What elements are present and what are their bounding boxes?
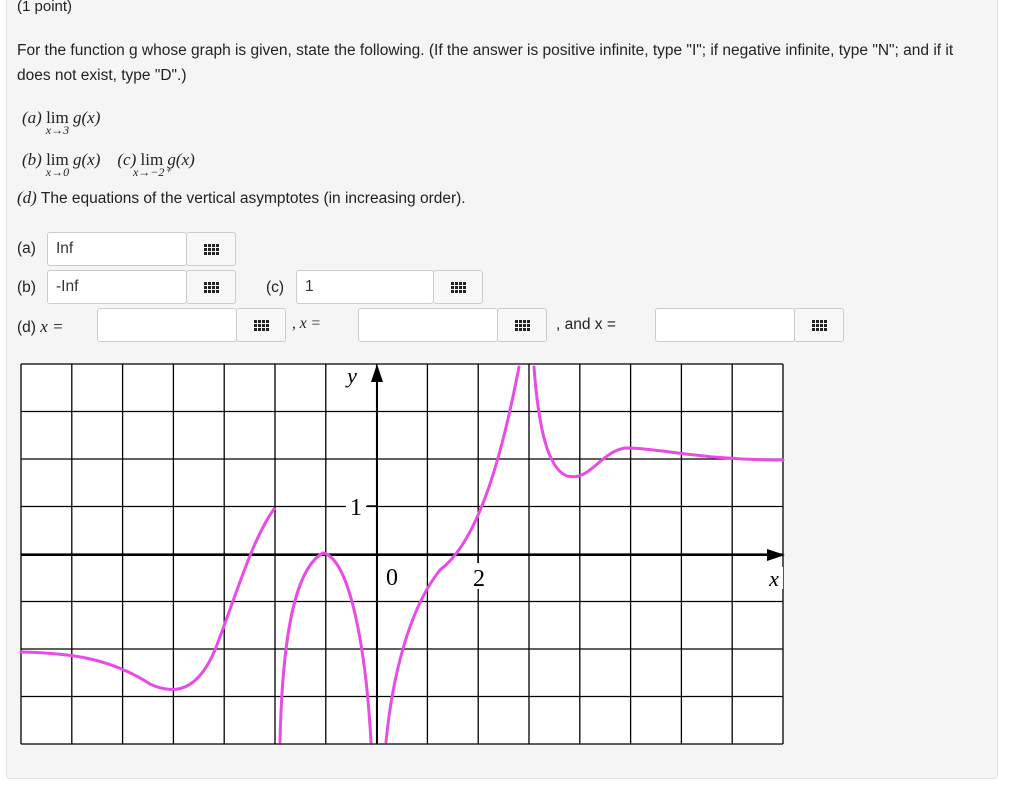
function-graph: y x 0 2 1 — [19, 363, 785, 745]
y-tick-label: 1 — [350, 495, 362, 521]
origin-label: 0 — [386, 565, 398, 591]
x-tick-label: 2 — [473, 566, 485, 592]
y-axis-label: y — [345, 363, 357, 388]
x-axis-label: x — [768, 566, 779, 591]
